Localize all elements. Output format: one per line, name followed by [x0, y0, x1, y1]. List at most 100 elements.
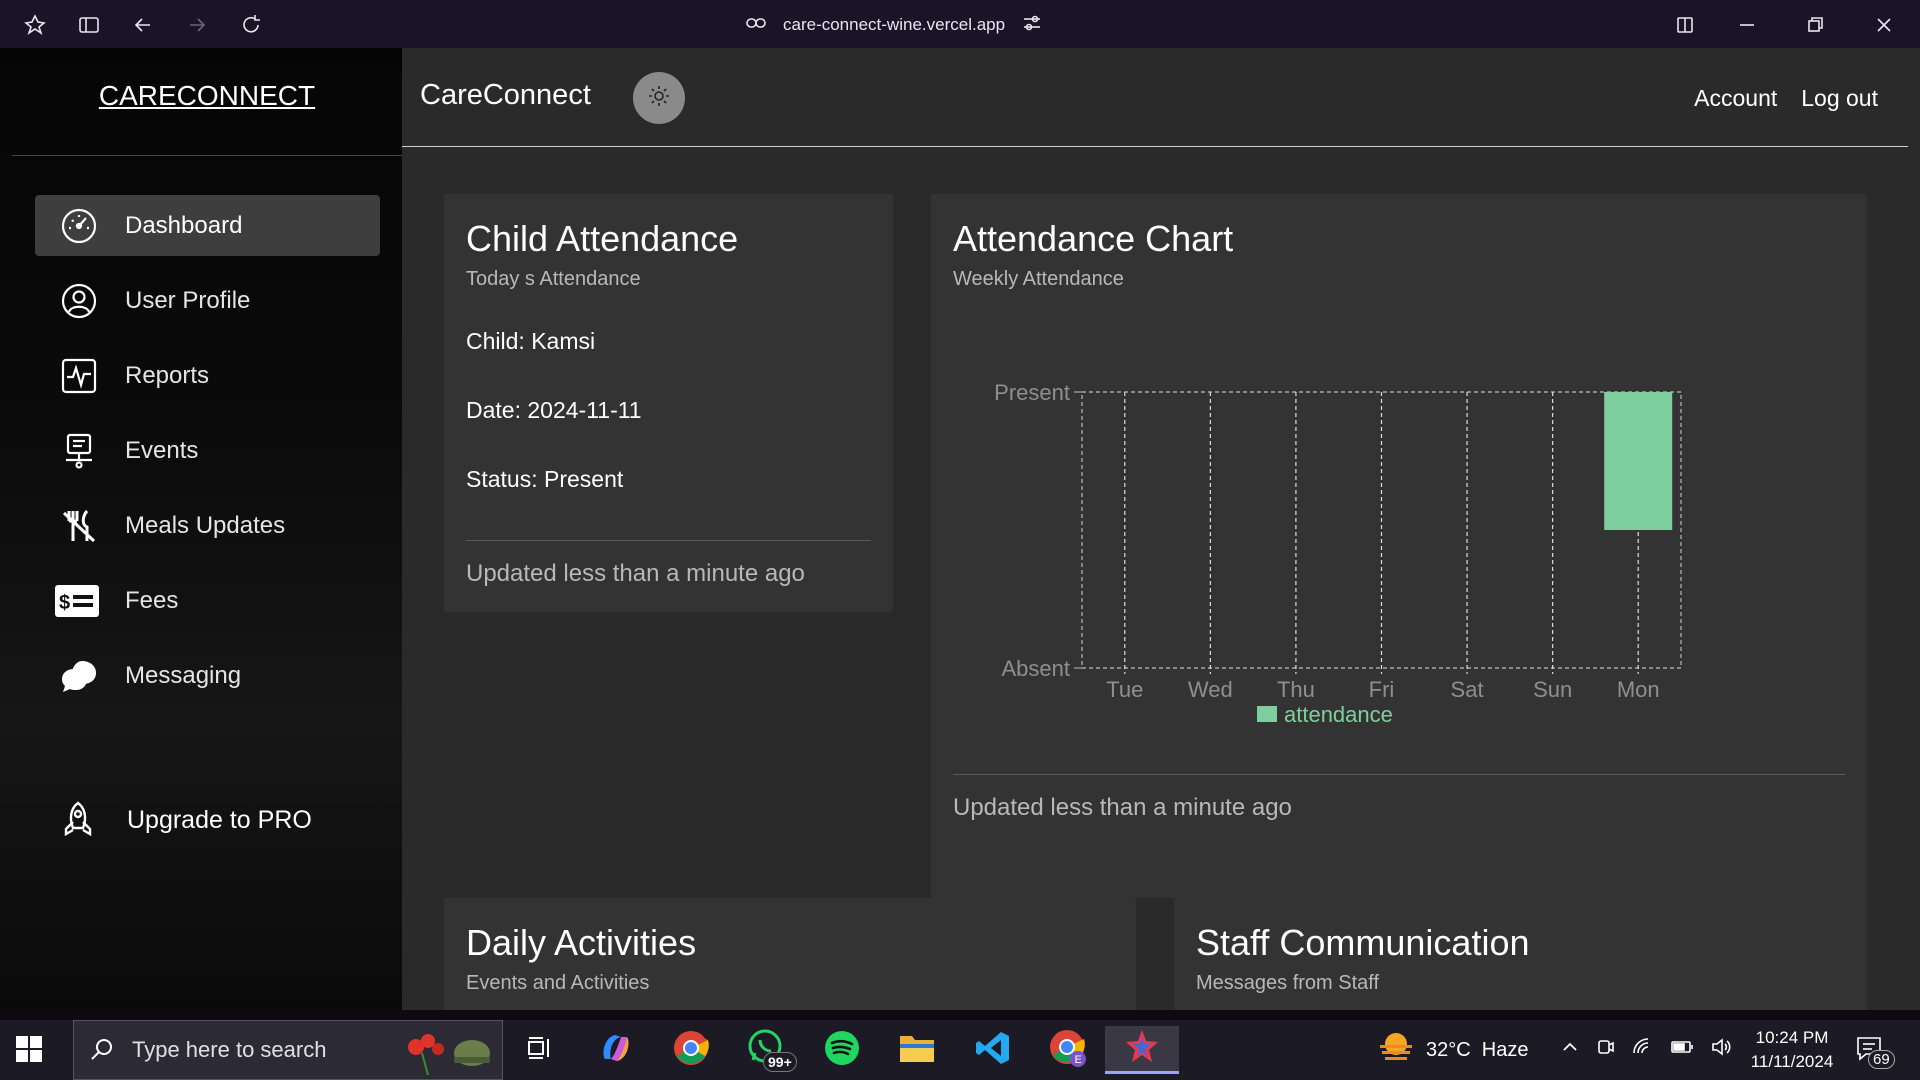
card-subtitle: Messages from Staff — [1196, 972, 1380, 994]
x-tick-label: Sun — [1533, 677, 1572, 702]
top-links: Account Log out — [1694, 85, 1878, 112]
sidebar-item-dashboard[interactable]: Dashboard — [35, 195, 380, 256]
sidebar-item-label: User Profile — [125, 286, 251, 314]
notification-center-button[interactable]: 69 — [1854, 1034, 1904, 1070]
user-circle-icon — [59, 281, 99, 321]
url-text[interactable]: care-connect-wine.vercel.app — [783, 15, 1005, 35]
staff-communication-card: Staff Communication Messages from Staff — [1174, 898, 1867, 1010]
copilot-app[interactable] — [586, 1026, 646, 1074]
divider — [953, 774, 1845, 775]
close-icon[interactable] — [1871, 12, 1897, 38]
sidebar-item-messaging[interactable]: Messaging — [35, 645, 380, 706]
logout-link[interactable]: Log out — [1801, 85, 1878, 112]
sidebar-item-label: Fees — [125, 586, 179, 614]
upgrade-to-pro-link[interactable]: Upgrade to PRO — [59, 800, 312, 840]
sidebar-item-events[interactable]: Events — [35, 420, 380, 481]
meet-now-icon[interactable] — [1596, 1037, 1616, 1063]
no-utensils-icon — [59, 506, 99, 546]
browser-chrome: care-connect-wine.vercel.app — [0, 0, 1920, 48]
restore-icon[interactable] — [1802, 12, 1828, 38]
gauge-icon — [59, 206, 99, 246]
volume-icon[interactable] — [1710, 1037, 1732, 1063]
chevron-up-icon[interactable] — [1560, 1037, 1580, 1063]
sidebar: CARECONNECT Dashboard User Profile Repor… — [0, 48, 402, 1010]
notification-count: 69 — [1868, 1050, 1895, 1069]
child-attendance-card: Child Attendance Today s Attendance Chil… — [444, 194, 893, 612]
start-button[interactable] — [16, 1036, 42, 1062]
y-tick-label: Present — [994, 380, 1070, 405]
whatsapp-app[interactable]: 99+ — [737, 1026, 797, 1074]
wifi-icon[interactable] — [1632, 1037, 1654, 1063]
link-icon — [745, 12, 767, 39]
sidebar-item-label: Dashboard — [125, 211, 243, 239]
spotify-icon — [824, 1030, 860, 1071]
weather-text: 32°C Haze — [1426, 1038, 1529, 1061]
haze-sun-icon — [1376, 1030, 1416, 1070]
vscode-app[interactable] — [963, 1026, 1023, 1074]
windows-taskbar: Type here to search 99+ E 32°C Haze 10:2… — [0, 1020, 1920, 1080]
browser-logo-icon[interactable] — [22, 12, 48, 38]
web-page: CARECONNECT Dashboard User Profile Repor… — [0, 48, 1920, 1010]
sun-icon — [647, 84, 671, 113]
sidebar-item-reports[interactable]: Reports — [35, 345, 380, 406]
svg-text:$: $ — [59, 592, 70, 614]
search-icon — [88, 1036, 116, 1064]
attendance-bar-chart: Tue Wed Thu Fri Sat Sun Mon Absent Present attend… — [994, 380, 1682, 727]
back-icon[interactable] — [130, 12, 156, 38]
sidebar-item-meals-updates[interactable]: Meals Updates — [35, 495, 380, 556]
app-title[interactable]: CareConnect — [420, 79, 591, 112]
browser-app-active[interactable] — [1105, 1026, 1179, 1074]
spotify-app[interactable] — [812, 1026, 872, 1074]
site-settings-icon[interactable] — [1021, 12, 1043, 39]
search-placeholder: Type here to search — [132, 1037, 327, 1062]
task-view-button[interactable] — [510, 1026, 570, 1074]
chrome-profile-icon: E — [1048, 1028, 1088, 1073]
search-highlight-icon — [394, 1027, 494, 1080]
address-bar[interactable]: care-connect-wine.vercel.app — [745, 10, 1043, 40]
sidebar-toggle-icon[interactable] — [76, 12, 102, 38]
card-title: Daily Activities — [466, 922, 697, 963]
vscode-icon — [975, 1030, 1011, 1071]
clock-time: 10:24 PM — [1755, 1028, 1829, 1047]
theme-toggle-button[interactable] — [633, 72, 685, 124]
sidebar-item-user-profile[interactable]: User Profile — [35, 270, 380, 331]
legend-label: attendance — [1284, 702, 1393, 727]
attendance-status: Status: Present — [466, 466, 624, 492]
clock-date: 11/11/2024 — [1750, 1052, 1834, 1071]
x-tick-label: Fri — [1369, 677, 1395, 702]
presentation-icon — [59, 431, 99, 471]
sidebar-item-label: Meals Updates — [125, 511, 286, 539]
system-clock[interactable]: 10:24 PM 11/11/2024 — [1730, 1026, 1854, 1074]
file-explorer-app[interactable] — [887, 1026, 947, 1074]
x-tick-label: Tue — [1106, 677, 1143, 702]
sidebar-item-label: Events — [125, 436, 199, 464]
chat-bubble-icon — [59, 656, 99, 696]
x-tick-label: Sat — [1451, 677, 1484, 702]
taskbar-search[interactable]: Type here to search — [73, 1020, 503, 1080]
daily-activities-card: Daily Activities Events and Activities — [444, 898, 1136, 1010]
x-tick-label: Mon — [1617, 677, 1660, 702]
reload-icon[interactable] — [238, 12, 264, 38]
y-tick-label: Absent — [1002, 656, 1071, 681]
x-tick-label: Wed — [1188, 677, 1233, 702]
minimize-icon[interactable] — [1734, 12, 1760, 38]
sidebar-nav: Dashboard User Profile Reports Events Me… — [35, 195, 380, 720]
weather-widget[interactable]: 32°C Haze — [1376, 1020, 1529, 1080]
chrome-app[interactable] — [661, 1026, 721, 1074]
brand-link[interactable]: CARECONNECT — [0, 80, 414, 112]
chrome-profile-app[interactable]: E — [1038, 1026, 1098, 1074]
activity-icon — [59, 356, 99, 396]
divider — [12, 155, 402, 156]
battery-icon[interactable] — [1670, 1037, 1694, 1063]
sidebar-item-fees[interactable]: $ Fees — [35, 570, 380, 631]
card-subtitle: Today s Attendance — [466, 268, 641, 290]
account-link[interactable]: Account — [1694, 85, 1777, 112]
card-footer: Updated less than a minute ago — [953, 794, 1292, 821]
card-title: Staff Communication — [1196, 922, 1530, 963]
split-view-icon[interactable] — [1672, 12, 1698, 38]
forward-icon[interactable] — [184, 12, 210, 38]
windows-logo-icon — [16, 1036, 42, 1066]
card-title: Child Attendance — [466, 218, 739, 259]
bar-mon — [1604, 392, 1673, 530]
whatsapp-badge: 99+ — [763, 1052, 797, 1072]
